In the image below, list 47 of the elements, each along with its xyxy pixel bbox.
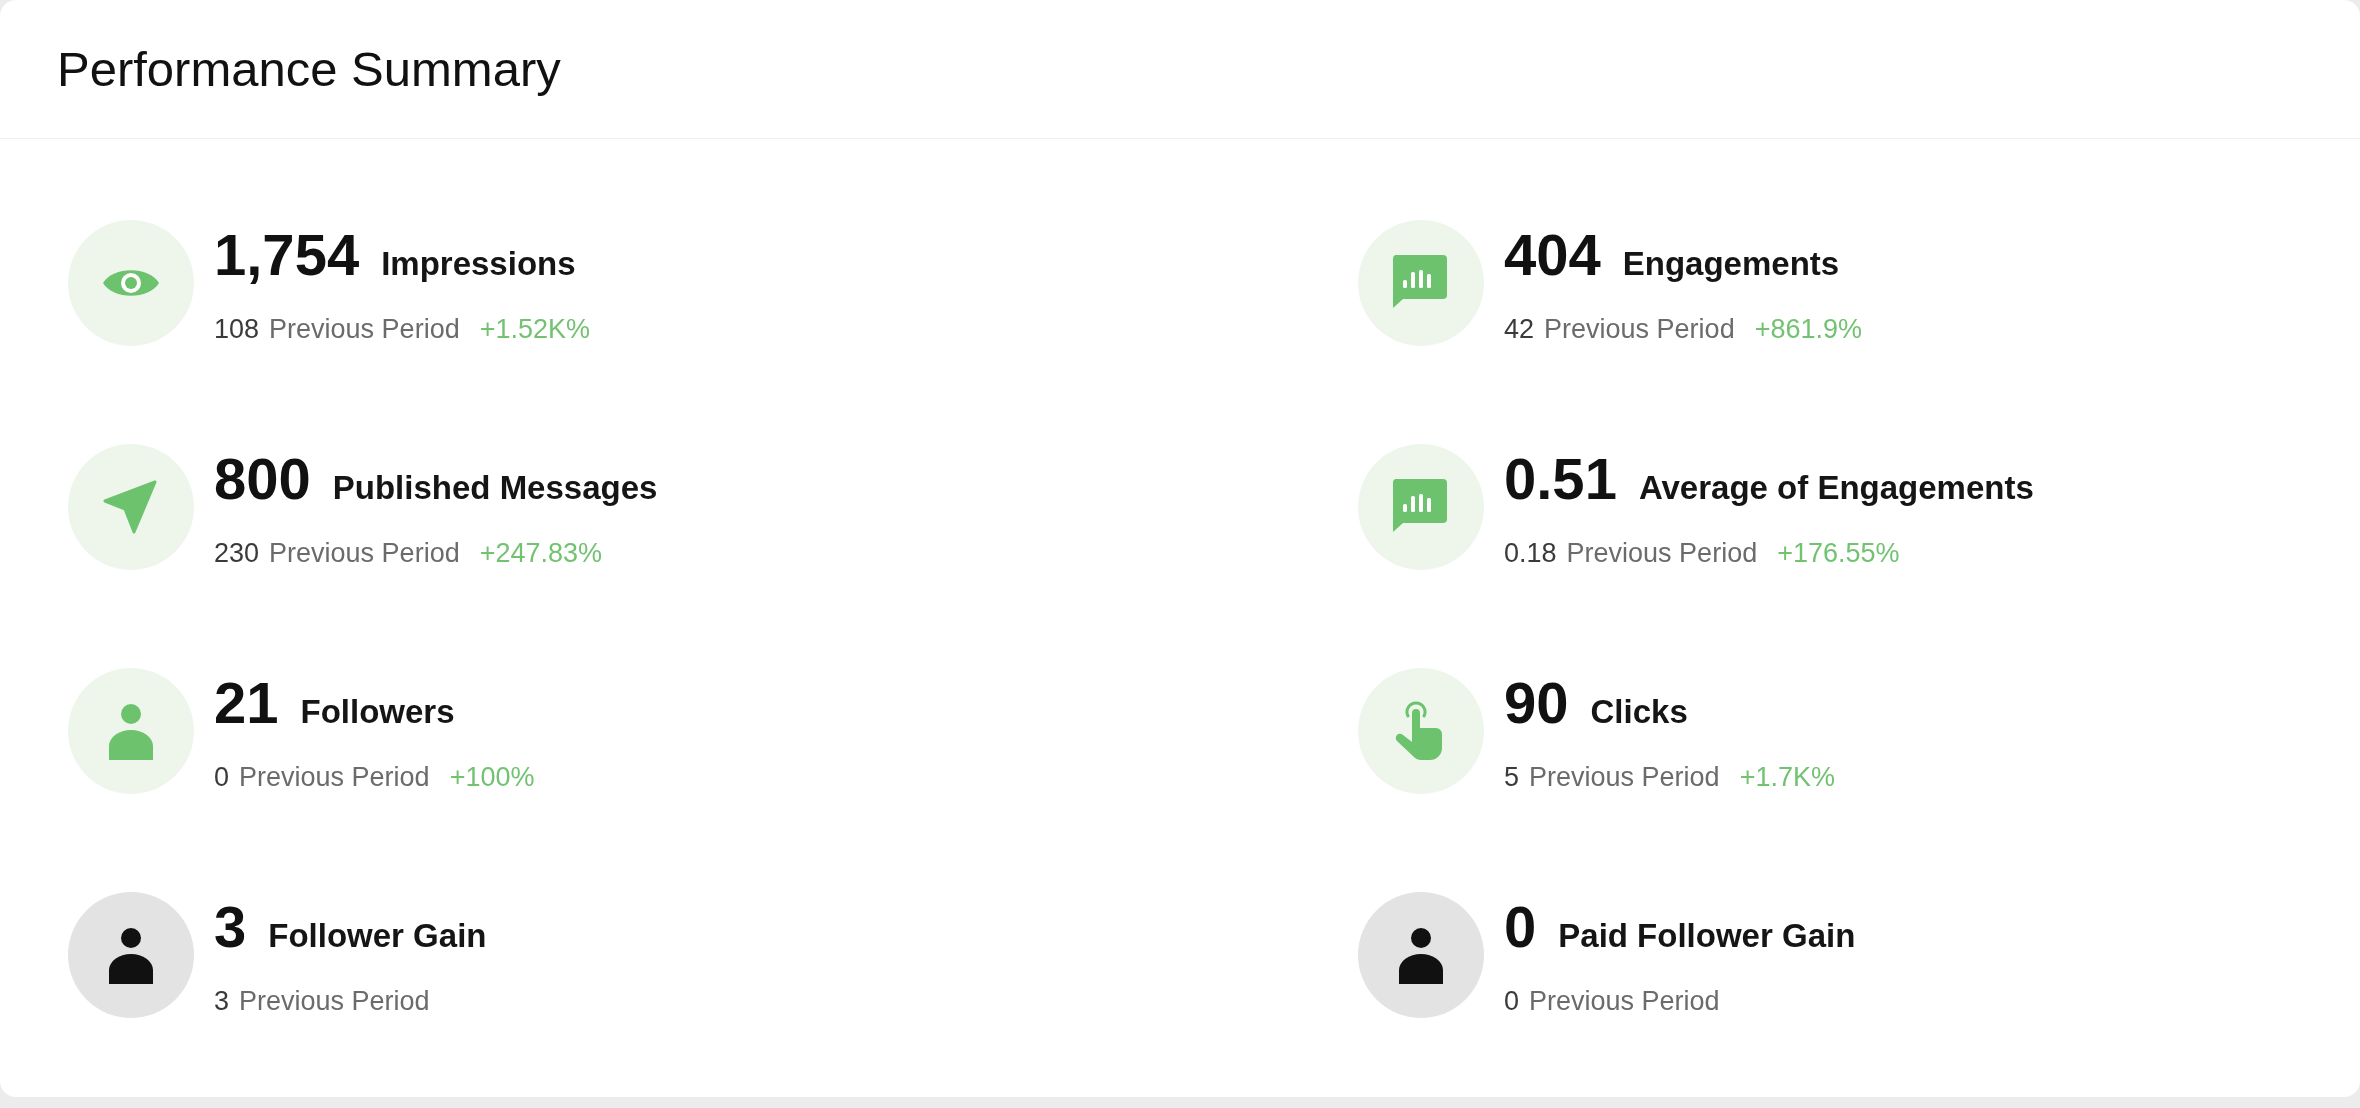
- metric-value: 0: [1504, 896, 1537, 957]
- change-percent: +247.83%: [479, 536, 603, 569]
- metric-value: 90: [1504, 672, 1569, 733]
- previous-label: Previous Period: [269, 312, 460, 345]
- metric-label: Followers: [300, 691, 455, 732]
- metric-value: 21: [214, 672, 279, 733]
- metric-label: Engagements: [1622, 243, 1840, 284]
- person-icon: [1358, 892, 1484, 1018]
- hand-pointer-icon: [1358, 668, 1484, 794]
- previous-value: 0.18: [1504, 536, 1557, 569]
- previous-value: 108: [214, 312, 260, 345]
- paper-plane-icon: [68, 444, 194, 570]
- metric-label: Paid Follower Gain: [1558, 915, 1856, 956]
- previous-value: 5: [1504, 760, 1520, 793]
- metric-value: 1,754: [214, 224, 360, 285]
- change-percent: +861.9%: [1754, 312, 1862, 345]
- previous-label: Previous Period: [239, 984, 430, 1017]
- previous-value: 3: [214, 984, 230, 1017]
- metric-value: 0.51: [1504, 448, 1617, 509]
- previous-label: Previous Period: [239, 760, 430, 793]
- previous-value: 0: [1504, 984, 1520, 1017]
- previous-value: 230: [214, 536, 260, 569]
- metric-label: Clicks: [1590, 691, 1688, 732]
- person-icon: [68, 892, 194, 1018]
- metric-label: Impressions: [381, 243, 576, 284]
- previous-label: Previous Period: [1566, 536, 1758, 569]
- previous-value: 0: [214, 760, 230, 793]
- metric-label: Follower Gain: [268, 915, 487, 956]
- metric-value: 404: [1504, 224, 1601, 285]
- metric-label: Average of Engagements: [1638, 467, 2034, 508]
- change-percent: +1.52K%: [479, 312, 590, 345]
- chat-bars-icon: [1358, 220, 1484, 346]
- change-percent: +100%: [449, 760, 535, 793]
- previous-value: 42: [1504, 312, 1535, 345]
- metric-value: 800: [214, 448, 311, 509]
- previous-label: Previous Period: [1529, 984, 1720, 1017]
- change-percent: +176.55%: [1777, 536, 1900, 569]
- metric-value: 3: [214, 896, 247, 957]
- previous-label: Previous Period: [269, 536, 460, 569]
- previous-label: Previous Period: [1529, 760, 1720, 793]
- person-icon: [68, 668, 194, 794]
- metric-label: Published Messages: [332, 467, 658, 508]
- previous-label: Previous Period: [1544, 312, 1735, 345]
- chat-bars-icon: [1358, 444, 1484, 570]
- card-title: Performance Summary: [57, 41, 561, 98]
- eye-icon: [68, 220, 194, 346]
- change-percent: +1.7K%: [1739, 760, 1835, 793]
